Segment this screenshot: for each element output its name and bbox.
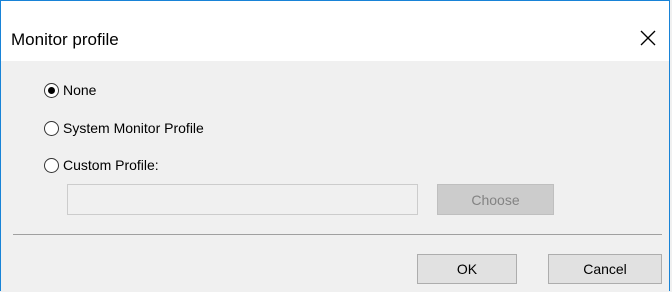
close-icon <box>640 30 656 46</box>
custom-profile-path-input[interactable] <box>67 184 418 215</box>
radio-custom-indicator[interactable] <box>44 157 59 173</box>
radio-system-label: System Monitor Profile <box>63 120 204 136</box>
divider <box>13 234 662 235</box>
radio-custom-label: Custom Profile: <box>63 157 159 173</box>
radio-custom-profile[interactable]: Custom Profile: <box>44 155 159 175</box>
ok-button[interactable]: OK <box>417 254 517 284</box>
cancel-button[interactable]: Cancel <box>548 254 662 284</box>
title-bar: Monitor profile <box>1 1 669 61</box>
radio-none[interactable]: None <box>44 80 96 100</box>
radio-none-indicator[interactable] <box>44 82 59 98</box>
monitor-profile-dialog: Monitor profile None System Monitor Prof… <box>0 0 670 291</box>
radio-system-monitor-profile[interactable]: System Monitor Profile <box>44 118 204 138</box>
choose-button[interactable]: Choose <box>437 184 554 215</box>
close-button[interactable] <box>633 23 663 53</box>
radio-system-indicator[interactable] <box>44 120 59 136</box>
dialog-title: Monitor profile <box>11 30 119 49</box>
radio-none-label: None <box>63 82 97 98</box>
